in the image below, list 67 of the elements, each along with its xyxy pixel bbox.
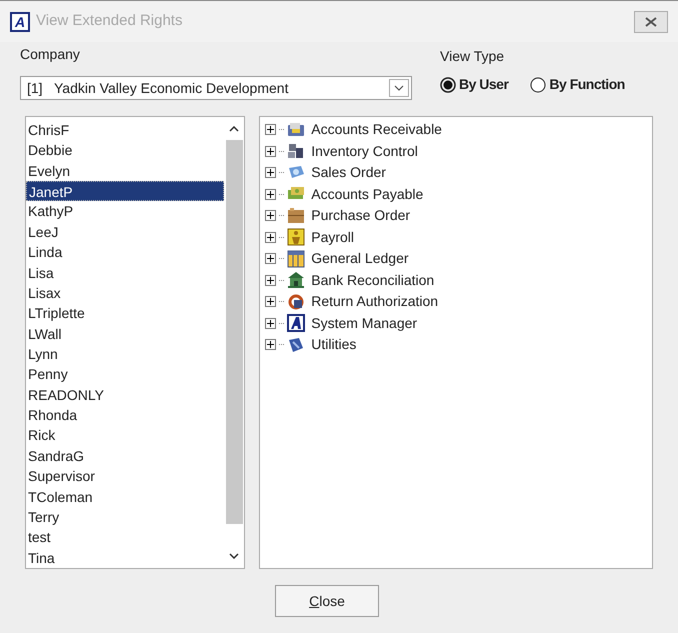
tree-item[interactable]: Utilities — [311, 334, 356, 356]
chevron-down-icon — [394, 85, 404, 91]
user-item[interactable]: Penny — [26, 364, 224, 385]
view-type-label: View Type — [440, 47, 506, 66]
close-icon — [645, 16, 657, 26]
recycle-icon — [287, 292, 306, 311]
close-button[interactable]: Close — [275, 585, 379, 617]
tree-item[interactable]: Bank Reconciliation — [311, 270, 434, 291]
crate-icon — [287, 206, 306, 225]
expand-toggle[interactable] — [265, 232, 276, 243]
boxes-icon — [287, 142, 306, 160]
user-item[interactable]: Debbie — [26, 140, 224, 161]
user-item[interactable]: Lisax — [26, 282, 224, 304]
expand-toggle[interactable] — [265, 167, 276, 178]
scrollbar-thumb[interactable] — [226, 140, 243, 524]
radio-option[interactable]: By User — [440, 74, 508, 95]
user-item[interactable]: ChrisF — [26, 120, 224, 140]
tree-item[interactable]: Accounts Payable — [311, 184, 424, 205]
user-item[interactable]: Rick — [26, 425, 224, 446]
user-item[interactable]: SandraG — [26, 446, 224, 466]
company-label: Company — [20, 45, 81, 64]
expand-toggle[interactable] — [265, 188, 276, 200]
expand-toggle[interactable] — [265, 210, 276, 222]
close-window-button[interactable] — [634, 10, 668, 32]
user-item[interactable]: LeeJ — [26, 222, 224, 242]
app-logo: A — [10, 12, 30, 32]
chevron-up-icon — [229, 126, 240, 132]
user-item[interactable]: JanetP — [26, 181, 224, 202]
window-title: View Extended Rights — [36, 11, 182, 32]
user-item[interactable]: test — [26, 527, 224, 548]
user-item[interactable]: LTriplette — [26, 303, 224, 324]
tree-item[interactable]: Sales Order — [311, 162, 386, 184]
expand-toggle[interactable] — [265, 296, 276, 308]
user-item[interactable]: LWall — [26, 324, 224, 344]
expand-toggle[interactable] — [265, 253, 276, 264]
tree-item[interactable]: Payroll — [311, 226, 354, 248]
figure-icon — [287, 228, 306, 246]
company-dropdown[interactable]: [1] Yadkin Valley Economic Development — [20, 76, 412, 100]
user-item[interactable]: KathyP — [26, 201, 224, 222]
ledger-icon — [287, 250, 306, 268]
user-item[interactable]: Supervisor — [26, 466, 224, 486]
tree-item[interactable]: Inventory Control — [311, 140, 418, 162]
expand-toggle[interactable] — [265, 124, 276, 136]
user-item[interactable]: Rhonda — [26, 405, 224, 426]
user-item[interactable]: Lisa — [26, 262, 224, 283]
user-item[interactable]: Terry — [26, 506, 224, 528]
tree-item[interactable]: Return Authorization — [311, 291, 438, 312]
tree-item[interactable]: Accounts Receivable — [311, 119, 442, 140]
tree-item[interactable]: Purchase Order — [311, 205, 410, 226]
letter-logo-icon — [287, 314, 306, 332]
user-item[interactable]: Tina — [26, 548, 224, 568]
user-item[interactable]: Lynn — [26, 344, 224, 364]
folder-icon — [287, 120, 306, 139]
expand-toggle[interactable] — [265, 274, 276, 286]
dropdown-button[interactable] — [389, 79, 409, 97]
user-item[interactable]: READONLY — [26, 384, 224, 406]
radio-option[interactable]: By Function — [530, 74, 625, 95]
expand-toggle[interactable] — [265, 339, 276, 350]
chevron-down-icon — [229, 553, 240, 559]
tree-item[interactable]: General Ledger — [311, 248, 409, 270]
expand-toggle[interactable] — [265, 146, 276, 157]
user-item[interactable]: Evelyn — [26, 160, 224, 182]
user-item[interactable]: TColeman — [26, 486, 224, 507]
bank-icon — [287, 271, 306, 290]
user-item[interactable]: Linda — [26, 242, 224, 263]
expand-toggle[interactable] — [265, 318, 276, 329]
tree-item[interactable]: System Manager — [311, 312, 418, 334]
